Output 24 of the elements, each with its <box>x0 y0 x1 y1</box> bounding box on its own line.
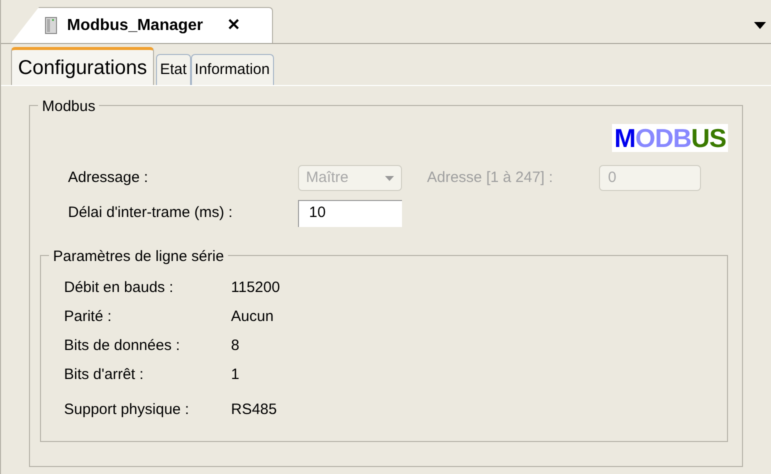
field-label: Adresse [1 à 247] : <box>427 168 554 188</box>
field-label: Adressage : <box>68 168 150 188</box>
field-value: 115200 <box>231 278 280 298</box>
server-icon <box>45 17 57 34</box>
field-label: Bits de données : <box>64 336 181 356</box>
document-tab[interactable]: Modbus_Manager ✕ <box>11 7 273 43</box>
dropdown-arrow-icon[interactable] <box>754 22 766 29</box>
tab[interactable]: Configurations <box>11 47 154 85</box>
tab[interactable]: Information <box>190 54 274 85</box>
field-label: Support physique : <box>64 400 190 420</box>
caret-icon <box>385 176 394 180</box>
tab-title: Modbus_Manager <box>67 16 204 36</box>
modbus-logo: MODBUS <box>612 124 728 152</box>
delay-field[interactable]: 10 <box>298 200 402 226</box>
close-icon[interactable]: ✕ <box>227 14 240 38</box>
field-value: Aucun <box>231 307 274 328</box>
field-label: Débit en bauds : <box>64 278 174 298</box>
field-value: RS485 <box>231 400 277 420</box>
field-label: Délai d'inter-trame (ms) : <box>68 202 234 223</box>
field-label: Bits d'arrêt : <box>64 365 145 386</box>
field-value: 1 <box>231 365 240 386</box>
tab[interactable]: Etat <box>156 54 191 85</box>
field-label: Parité : <box>64 307 113 328</box>
field-value: 8 <box>231 336 240 356</box>
